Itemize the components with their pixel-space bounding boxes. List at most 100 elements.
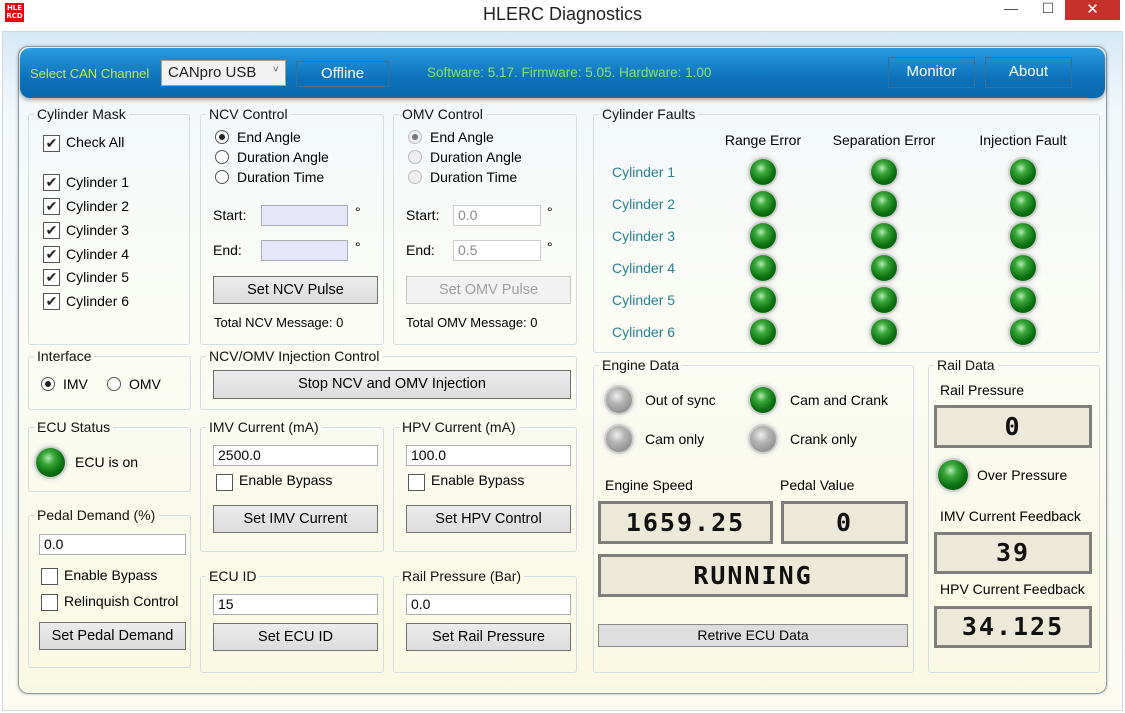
degree-unit: ° xyxy=(547,239,553,255)
ncv-duration-angle-label: Duration Angle xyxy=(237,149,329,165)
imv-bypass-checkbox[interactable] xyxy=(216,474,233,491)
ecu-id-input[interactable]: 15 xyxy=(213,594,378,615)
ncv-end-angle-radio[interactable] xyxy=(215,130,229,144)
group-title: Rail Data xyxy=(937,357,995,373)
ecu-status-text: ECU is on xyxy=(75,454,139,470)
separation-error-led xyxy=(871,191,897,217)
offline-button[interactable]: Offline xyxy=(296,61,389,87)
omv-duration-angle-radio[interactable] xyxy=(408,150,422,164)
omv-end-angle-radio[interactable] xyxy=(408,130,422,144)
check-all-checkbox[interactable]: ✔ xyxy=(43,135,60,152)
ecu-status-led xyxy=(36,448,65,477)
range-error-led xyxy=(750,319,776,345)
group-title: ECU ID xyxy=(209,568,257,584)
imv-radio-label: IMV xyxy=(63,376,88,392)
fault-row-label: Cylinder 1 xyxy=(612,164,676,180)
separation-error-header: Separation Error xyxy=(832,132,936,148)
separation-error-led xyxy=(871,319,897,345)
cylinder-5-checkbox[interactable]: ✔ xyxy=(43,269,60,286)
about-button[interactable]: About xyxy=(985,57,1072,88)
set-omv-pulse-button[interactable]: Set OMV Pulse xyxy=(406,276,571,304)
fault-row-label: Cylinder 6 xyxy=(612,324,676,340)
set-pedal-demand-button[interactable]: Set Pedal Demand xyxy=(39,622,186,650)
set-imv-current-button[interactable]: Set IMV Current xyxy=(213,505,378,533)
degree-unit: ° xyxy=(547,204,553,220)
pedal-bypass-checkbox[interactable] xyxy=(41,568,58,585)
separation-error-led xyxy=(871,255,897,281)
cylinder-6-checkbox[interactable]: ✔ xyxy=(43,293,60,310)
cylinder-1-checkbox[interactable]: ✔ xyxy=(43,174,60,191)
separation-error-led xyxy=(871,159,897,185)
omv-end-input[interactable]: 0.5 xyxy=(453,240,541,261)
cylinder-4-checkbox[interactable]: ✔ xyxy=(43,246,60,263)
window-title: HLERC Diagnostics xyxy=(482,4,643,24)
fault-row-label: Cylinder 3 xyxy=(612,228,676,244)
can-channel-label: Select CAN Channel xyxy=(30,66,150,81)
retrieve-ecu-data-button[interactable]: Retrive ECU Data xyxy=(598,624,908,647)
omv-start-input[interactable]: 0.0 xyxy=(453,205,541,226)
out-of-sync-label: Out of sync xyxy=(645,392,716,408)
check-all-label: Check All xyxy=(66,134,125,150)
monitor-button[interactable]: Monitor xyxy=(888,57,975,88)
group-title: IMV Current (mA) xyxy=(209,419,319,435)
group-title: NCV/OMV Injection Control xyxy=(209,348,380,364)
fault-row-label: Cylinder 5 xyxy=(612,292,676,308)
relinquish-control-checkbox[interactable] xyxy=(41,594,58,611)
cylinder-2-checkbox[interactable]: ✔ xyxy=(43,198,60,215)
pedal-value-label: Pedal Value xyxy=(780,477,855,493)
rail-pressure-set-group: Rail Pressure (Bar) xyxy=(393,568,577,673)
ncv-end-label: End: xyxy=(213,242,242,258)
ncv-duration-time-radio[interactable] xyxy=(215,170,229,184)
can-channel-select[interactable]: CANpro USB ˅ xyxy=(161,60,286,86)
over-pressure-led xyxy=(938,460,968,490)
ncv-start-input[interactable] xyxy=(261,205,348,226)
group-title: Pedal Demand (%) xyxy=(37,507,156,523)
pedal-bypass-label: Enable Bypass xyxy=(64,567,158,583)
pedal-demand-input[interactable]: 0.0 xyxy=(39,534,186,555)
cylinder-3-checkbox[interactable]: ✔ xyxy=(43,222,60,239)
degree-unit: ° xyxy=(355,239,361,255)
ncv-end-input[interactable] xyxy=(261,240,348,261)
ncv-end-angle-label: End Angle xyxy=(237,129,301,145)
pedal-value-display: 0 xyxy=(781,501,908,544)
range-error-led xyxy=(750,223,776,249)
hpv-current-input[interactable]: 100.0 xyxy=(406,445,571,466)
omv-end-label: End: xyxy=(406,242,435,258)
set-ncv-pulse-button[interactable]: Set NCV Pulse xyxy=(213,276,378,304)
omv-radio[interactable] xyxy=(107,377,121,391)
injection-fault-header: Injection Fault xyxy=(979,132,1067,148)
cylinder-2-label: Cylinder 2 xyxy=(66,198,130,214)
omv-duration-time-radio[interactable] xyxy=(408,170,422,184)
chevron-down-icon: ˅ xyxy=(272,64,279,76)
cylinder-4-label: Cylinder 4 xyxy=(66,246,130,262)
out-of-sync-led xyxy=(606,387,632,413)
range-error-header: Range Error xyxy=(724,132,802,148)
stop-injection-button[interactable]: Stop NCV and OMV Injection xyxy=(213,370,571,399)
group-title: HPV Current (mA) xyxy=(402,419,516,435)
range-error-led xyxy=(750,287,776,313)
minimize-button[interactable]: — xyxy=(996,0,1026,20)
crank-only-led xyxy=(750,426,776,452)
cylinder-6-label: Cylinder 6 xyxy=(66,293,130,309)
set-hpv-control-button[interactable]: Set HPV Control xyxy=(406,505,571,533)
separation-error-led xyxy=(871,223,897,249)
close-button[interactable]: ✕ xyxy=(1065,0,1120,20)
imv-bypass-label: Enable Bypass xyxy=(239,472,333,488)
imv-current-input[interactable]: 2500.0 xyxy=(213,445,378,466)
ncv-duration-angle-radio[interactable] xyxy=(215,150,229,164)
set-rail-pressure-button[interactable]: Set Rail Pressure xyxy=(406,623,571,651)
group-title: Cylinder Mask xyxy=(37,106,126,122)
fault-row-label: Cylinder 2 xyxy=(612,196,676,212)
imv-radio[interactable] xyxy=(41,377,55,391)
separation-error-led xyxy=(871,287,897,313)
maximize-button[interactable]: ☐ xyxy=(1033,0,1063,20)
cam-only-label: Cam only xyxy=(645,431,705,447)
set-ecu-id-button[interactable]: Set ECU ID xyxy=(213,623,378,651)
rail-pressure-input[interactable]: 0.0 xyxy=(406,594,571,615)
fault-row-label: Cylinder 4 xyxy=(612,260,676,276)
injection-fault-led xyxy=(1010,319,1036,345)
over-pressure-label: Over Pressure xyxy=(977,467,1068,483)
rail-pressure-display: 0 xyxy=(934,405,1092,448)
engine-speed-label: Engine Speed xyxy=(605,477,693,493)
hpv-bypass-checkbox[interactable] xyxy=(408,474,425,491)
